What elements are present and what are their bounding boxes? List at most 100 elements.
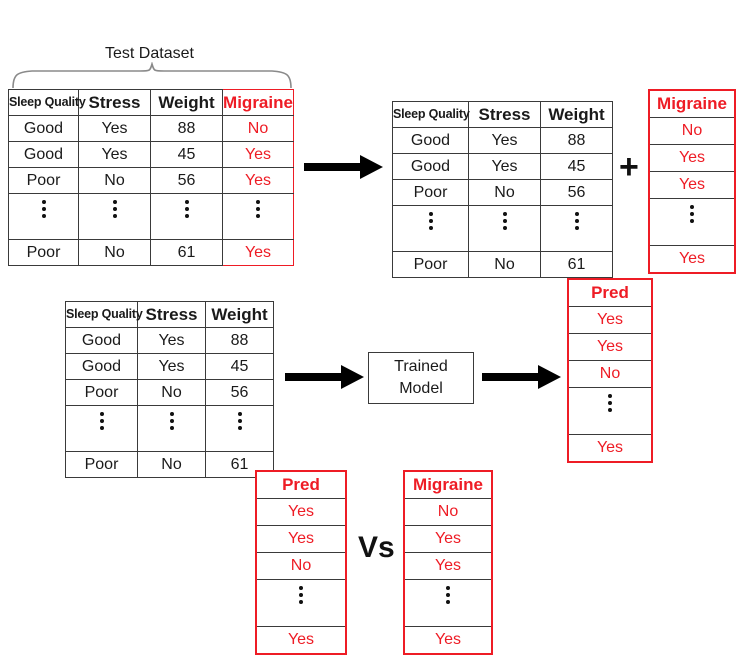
cell-migraine: Yes (404, 525, 492, 553)
cell-migraine: Yes (649, 245, 735, 273)
trained-model-box: Trained Model (368, 352, 474, 404)
list-item: Yes (649, 171, 735, 199)
cell-weight: 56 (540, 179, 613, 206)
table-row: Good Yes 45 (392, 153, 613, 180)
cell-ellipsis (256, 579, 346, 627)
features-table-mid: Sleep Quality Stress Weight Good Yes 88 … (65, 301, 274, 478)
cell-sleep-quality: Good (392, 153, 469, 180)
cell-migraine: Yes (649, 171, 735, 199)
table-header-row: Sleep Quality Stress Weight (392, 101, 613, 128)
table-row: Good Yes 88 (392, 127, 613, 154)
list-item: Yes (404, 552, 492, 580)
cell-sleep-quality: Good (65, 327, 138, 354)
table-header-row: Pred (568, 279, 652, 307)
table-row: Good Yes 45 (65, 353, 274, 380)
list-item: Yes (649, 245, 735, 273)
table-row: Poor No 56 (392, 179, 613, 206)
cell-migraine: Yes (649, 144, 735, 172)
table-row-ellipsis (392, 205, 613, 252)
list-item: Yes (404, 626, 492, 654)
cell-weight: 45 (540, 153, 613, 180)
cell-weight: 56 (205, 379, 274, 406)
table-row: Poor No 61 (65, 451, 274, 478)
arrow-right-to-model (285, 365, 364, 389)
column-header-sleep-quality: Sleep Quality (392, 101, 470, 128)
model-label-line1: Trained (394, 358, 448, 375)
list-item: Yes (568, 333, 652, 361)
cell-pred: No (568, 360, 652, 388)
cell-weight: 61 (150, 239, 223, 266)
cell-sleep-quality: Good (392, 127, 469, 154)
table-row: Poor No 56 (65, 379, 274, 406)
column-header-sleep-quality: Sleep Quality (8, 89, 86, 116)
cell-sleep-quality: Poor (392, 251, 469, 278)
cell-ellipsis (404, 579, 492, 627)
table-row-ellipsis (65, 405, 274, 452)
migraine-column-top: Migraine No Yes Yes Yes (648, 89, 736, 274)
cell-stress: Yes (468, 127, 541, 154)
cell-pred: Yes (568, 434, 652, 462)
list-item: No (649, 117, 735, 145)
table-row: Good Yes 45 Yes (8, 141, 294, 168)
cell-pred: Yes (568, 333, 652, 361)
cell-stress: No (137, 379, 206, 406)
diagram-canvas: Test Dataset Sleep Quality Stress Weight… (0, 0, 737, 658)
cell-sleep-quality: Good (8, 141, 79, 168)
cell-ellipsis (150, 193, 223, 240)
arrow-right-split (304, 155, 383, 179)
cell-stress: Yes (468, 153, 541, 180)
cell-ellipsis (65, 405, 138, 452)
cell-stress: No (137, 451, 206, 478)
table-header-row: Sleep Quality Stress Weight (65, 301, 274, 328)
cell-weight: 56 (150, 167, 223, 194)
table-row-ellipsis (8, 193, 294, 240)
column-header-migraine: Migraine (404, 471, 492, 499)
table-row: Poor No 61 Yes (8, 239, 294, 266)
cell-stress: No (468, 251, 541, 278)
cell-migraine: Yes (222, 141, 294, 168)
table-row: Poor No 56 Yes (8, 167, 294, 194)
column-header-stress: Stress (137, 301, 206, 328)
list-item: Yes (256, 498, 346, 526)
features-table-top: Sleep Quality Stress Weight Good Yes 88 … (392, 101, 613, 278)
column-header-stress: Stress (78, 89, 151, 116)
column-header-weight: Weight (540, 101, 613, 128)
cell-ellipsis (540, 205, 613, 252)
cell-weight: 88 (205, 327, 274, 354)
arrow-right-to-pred (482, 365, 561, 389)
test-dataset-caption: Test Dataset (105, 45, 194, 62)
cell-stress: Yes (137, 353, 206, 380)
cell-migraine: No (404, 498, 492, 526)
cell-weight: 45 (205, 353, 274, 380)
list-item-ellipsis (649, 198, 735, 246)
list-item-ellipsis (568, 387, 652, 435)
list-item: No (256, 552, 346, 580)
cell-stress: No (468, 179, 541, 206)
cell-sleep-quality: Poor (65, 451, 138, 478)
cell-sleep-quality: Poor (8, 239, 79, 266)
list-item: Yes (256, 525, 346, 553)
column-header-weight: Weight (150, 89, 223, 116)
cell-stress: No (78, 167, 151, 194)
cell-weight: 45 (150, 141, 223, 168)
list-item: Yes (649, 144, 735, 172)
cell-ellipsis (392, 205, 469, 252)
list-item: Yes (256, 626, 346, 654)
cell-migraine: Yes (404, 626, 492, 654)
pred-column-mid: Pred Yes Yes No Yes (567, 278, 653, 463)
column-header-stress: Stress (468, 101, 541, 128)
curly-brace (12, 62, 292, 89)
cell-stress: No (78, 239, 151, 266)
cell-sleep-quality: Good (8, 115, 79, 142)
cell-stress: Yes (78, 115, 151, 142)
cell-pred: No (256, 552, 346, 580)
test-dataset-table: Sleep Quality Stress Weight Migraine Goo… (8, 89, 294, 266)
cell-ellipsis (78, 193, 151, 240)
cell-sleep-quality: Good (65, 353, 138, 380)
list-item: Yes (568, 306, 652, 334)
migraine-column-bottom: Migraine No Yes Yes Yes (403, 470, 493, 655)
column-header-migraine: Migraine (222, 89, 294, 116)
cell-ellipsis (568, 387, 652, 435)
table-row: Good Yes 88 (65, 327, 274, 354)
cell-weight: 61 (540, 251, 613, 278)
